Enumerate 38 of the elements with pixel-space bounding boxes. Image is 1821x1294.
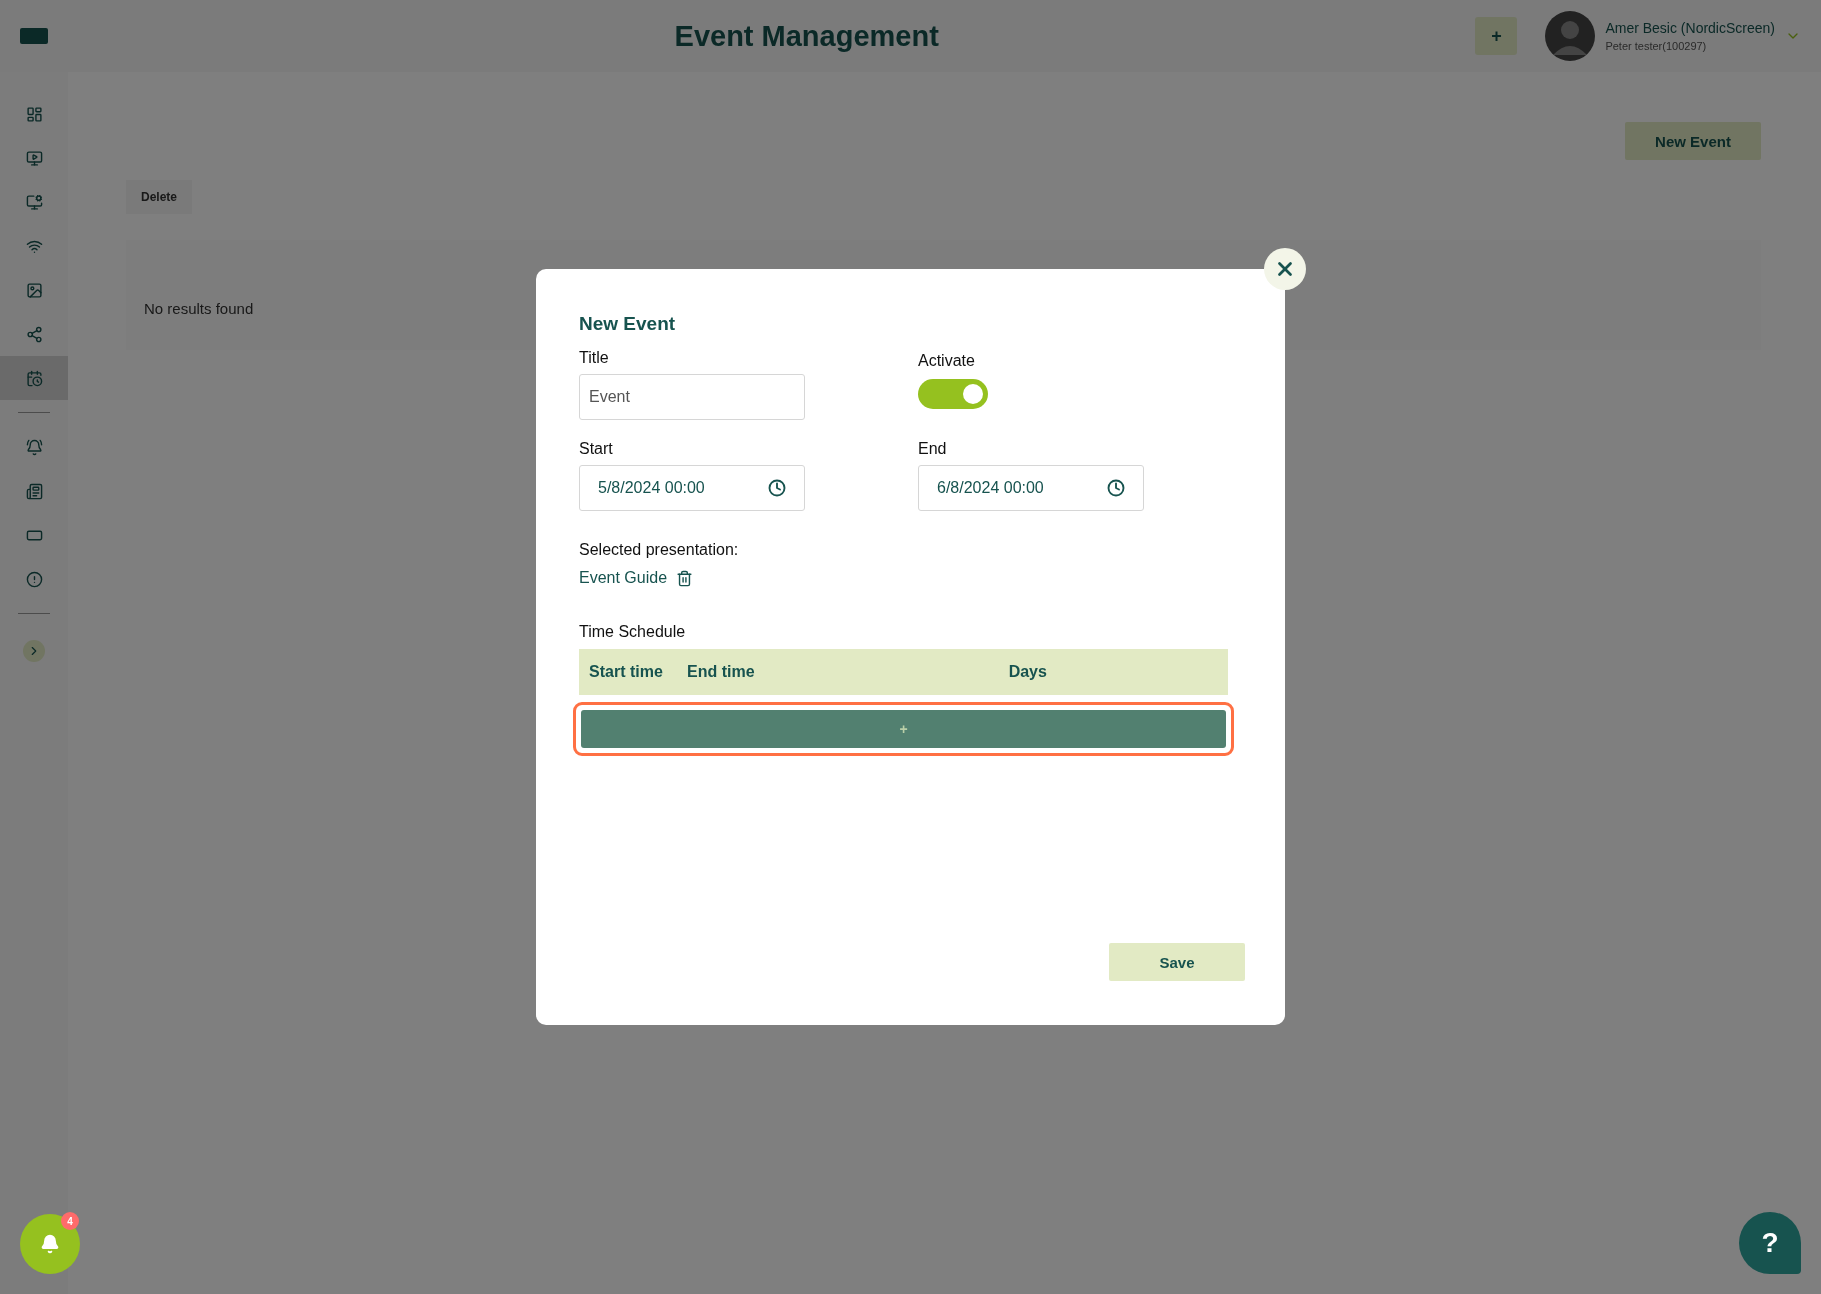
date-field[interactable]: 5/8/2024 00:00 (579, 465, 805, 511)
empty-message: No results found (144, 300, 254, 317)
share-icon (25, 325, 43, 343)
date-field[interactable]: 6/8/2024 00:00 (918, 465, 1144, 511)
field-label: Selected presentation: (579, 541, 740, 559)
presentation-link[interactable]: Event Guide (579, 569, 668, 587)
field-label: End (918, 440, 948, 458)
logo (20, 28, 48, 44)
clock-icon (1107, 479, 1125, 497)
newspaper-icon (25, 482, 43, 500)
column-header: Days (1008, 663, 1047, 681)
column-header: Start time (589, 663, 664, 681)
clock-icon (768, 479, 786, 497)
trash-icon[interactable] (676, 569, 694, 587)
page-title: Event Management (674, 19, 939, 53)
bell-icon (25, 438, 43, 456)
user-role: Peter tester(100297) (1605, 40, 1708, 52)
avatar[interactable] (1545, 11, 1596, 61)
monitor-edit-icon (25, 193, 43, 211)
user-name: Amer Besic (NordicScreen) (1605, 20, 1775, 36)
section-title: Time Schedule (579, 623, 687, 641)
sidebar-item[interactable] (0, 356, 68, 400)
dialog-title: New Event (579, 313, 677, 335)
image-icon (25, 281, 43, 299)
column-header: End time (687, 663, 756, 681)
delete-button[interactable]: Delete (126, 180, 192, 214)
dashboard-icon (25, 105, 43, 123)
field-label: Activate (918, 352, 976, 370)
monitor-play-icon (25, 149, 43, 167)
activate-toggle[interactable] (918, 379, 988, 409)
expand-button[interactable] (23, 640, 45, 662)
bell-icon (40, 1234, 60, 1254)
title-field[interactable]: Event (579, 374, 805, 420)
field-label: Start (579, 440, 614, 458)
calendar-clock-icon (25, 369, 43, 387)
alert-icon (25, 570, 43, 588)
field-label: Title (579, 349, 610, 367)
save-button[interactable]: Save (1109, 943, 1245, 981)
